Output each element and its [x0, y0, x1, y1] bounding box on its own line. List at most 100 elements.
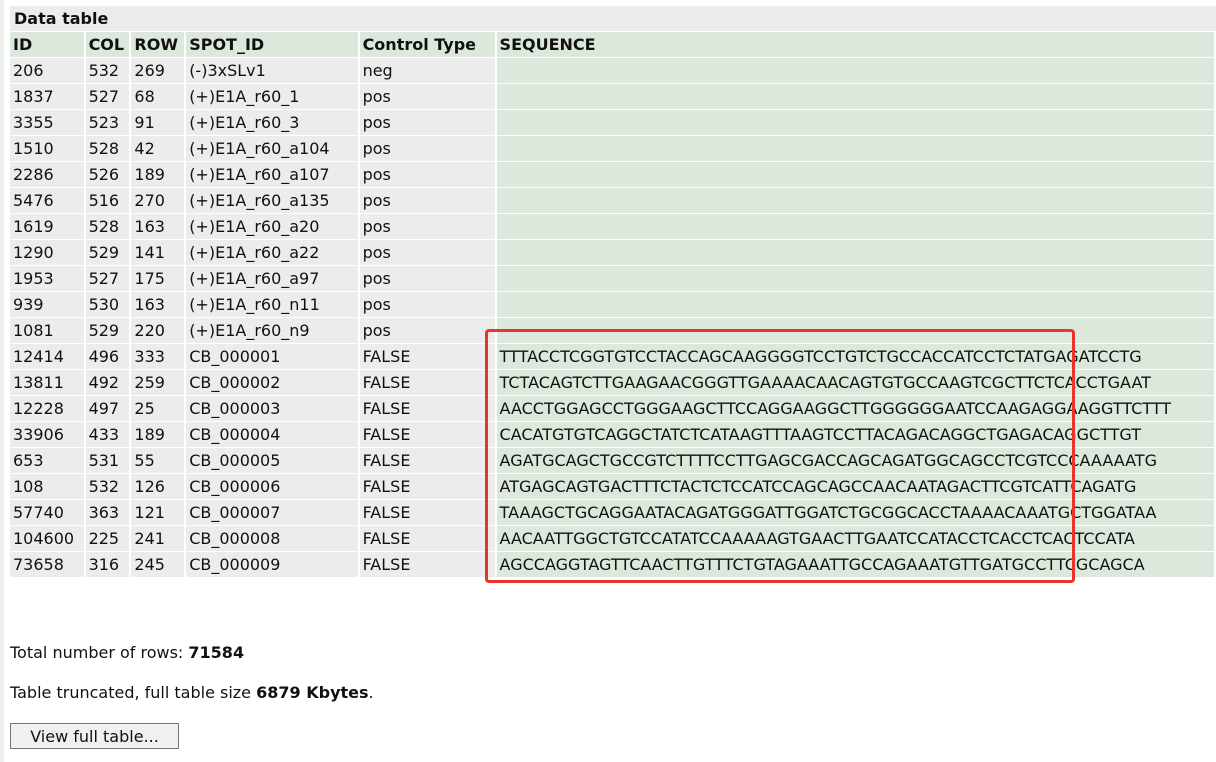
table-row: 1953 527 175 (+)E1A_r60_a97 pos	[10, 266, 1214, 291]
cell-row: 68	[131, 84, 185, 109]
cell-col: 529	[85, 240, 130, 265]
cell-control-type: pos	[359, 214, 495, 239]
truncated-suffix: .	[368, 683, 374, 702]
cell-control-type: FALSE	[359, 396, 495, 421]
cell-spot-id: CB_000009	[186, 552, 358, 577]
cell-row: 333	[131, 344, 185, 369]
cell-control-type: pos	[359, 318, 495, 343]
cell-id: 939	[10, 292, 84, 317]
cell-sequence: AACCTGGAGCCTGGGAAGCTTCCAGGAAGGCTTGGGGGGA…	[496, 396, 1214, 421]
table-row: 2286 526 189 (+)E1A_r60_a107 pos	[10, 162, 1214, 187]
cell-col: 516	[85, 188, 130, 213]
cell-spot-id: (+)E1A_r60_3	[186, 110, 358, 135]
total-rows-value: 71584	[188, 643, 245, 662]
cell-spot-id: (+)E1A_r60_a104	[186, 136, 358, 161]
cell-control-type: pos	[359, 292, 495, 317]
cell-col: 492	[85, 370, 130, 395]
cell-spot-id: (+)E1A_r60_n11	[186, 292, 358, 317]
cell-spot-id: CB_000005	[186, 448, 358, 473]
cell-row: 91	[131, 110, 185, 135]
header-sequence: SEQUENCE	[496, 32, 1214, 57]
cell-control-type: FALSE	[359, 370, 495, 395]
header-id: ID	[10, 32, 84, 57]
cell-sequence: TAAAGCTGCAGGAATACAGATGGGATTGGATCTGCGGCAC…	[496, 500, 1214, 525]
cell-row: 175	[131, 266, 185, 291]
cell-row: 269	[131, 58, 185, 83]
cell-id: 1837	[10, 84, 84, 109]
cell-col: 497	[85, 396, 130, 421]
cell-sequence	[496, 162, 1214, 187]
cell-control-type: neg	[359, 58, 495, 83]
cell-col: 528	[85, 214, 130, 239]
cell-row: 42	[131, 136, 185, 161]
table-body: 206 532 269 (-)3xSLv1 neg 1837 527 68 (+)E1A_r60…	[10, 58, 1214, 577]
cell-row: 55	[131, 448, 185, 473]
cell-spot-id: CB_000003	[186, 396, 358, 421]
cell-col: 225	[85, 526, 130, 551]
cell-control-type: pos	[359, 84, 495, 109]
cell-id: 1290	[10, 240, 84, 265]
table-row: 73658 316 245 CB_000009 FALSE AGCCAGGTAGTTCAA…	[10, 552, 1214, 577]
cell-sequence: AGATGCAGCTGCCGTCTTTTCCTTGAGCGACCAGCAGATG…	[496, 448, 1214, 473]
cell-row: 259	[131, 370, 185, 395]
cell-spot-id: CB_000004	[186, 422, 358, 447]
cell-sequence: AGCCAGGTAGTTCAACTTGTTTCTGTAGAAATTGCCAGAA…	[496, 552, 1214, 577]
cell-spot-id: CB_000008	[186, 526, 358, 551]
table-caption: Data table	[10, 6, 1216, 31]
header-row: ROW	[131, 32, 185, 57]
cell-id: 3355	[10, 110, 84, 135]
cell-spot-id: (-)3xSLv1	[186, 58, 358, 83]
table-row: 1290 529 141 (+)E1A_r60_a22 pos	[10, 240, 1214, 265]
cell-control-type: FALSE	[359, 474, 495, 499]
header-col: COL	[85, 32, 130, 57]
cell-sequence	[496, 188, 1214, 213]
cell-row: 189	[131, 162, 185, 187]
view-full-table-button[interactable]: View full table...	[10, 723, 179, 749]
cell-control-type: FALSE	[359, 344, 495, 369]
cell-control-type: pos	[359, 110, 495, 135]
cell-control-type: pos	[359, 240, 495, 265]
cell-row: 121	[131, 500, 185, 525]
cell-spot-id: CB_000001	[186, 344, 358, 369]
cell-spot-id: CB_000002	[186, 370, 358, 395]
cell-sequence: AACAATTGGCTGTCCATATCCAAAAAGTGAACTTGAATCC…	[496, 526, 1214, 551]
table-row: 13811 492 259 CB_000002 FALSE TCTACAGTCTTGAAG…	[10, 370, 1214, 395]
table-row: 939 530 163 (+)E1A_r60_n11 pos	[10, 292, 1214, 317]
header-control-type: Control Type	[359, 32, 495, 57]
cell-control-type: pos	[359, 162, 495, 187]
table-truncated-line: Table truncated, full table size 6879 Kb…	[10, 683, 374, 702]
cell-id: 13811	[10, 370, 84, 395]
cell-spot-id: (+)E1A_r60_a135	[186, 188, 358, 213]
table-row: 57740 363 121 CB_000007 FALSE TAAAGCTGCAGGAAT…	[10, 500, 1214, 525]
cell-col: 433	[85, 422, 130, 447]
cell-spot-id: (+)E1A_r60_a97	[186, 266, 358, 291]
cell-sequence	[496, 58, 1214, 83]
cell-sequence: CACATGTGTCAGGCTATCTCATAAGTTTAAGTCCTTACAG…	[496, 422, 1214, 447]
table-row: 12228 497 25 CB_000003 FALSE AACCTGGAGCCTGGGA…	[10, 396, 1214, 421]
cell-col: 527	[85, 84, 130, 109]
cell-sequence	[496, 110, 1214, 135]
table-row: 5476 516 270 (+)E1A_r60_a135 pos	[10, 188, 1214, 213]
cell-sequence: ATGAGCAGTGACTTTCTACTCTCCATCCAGCAGCCAACAA…	[496, 474, 1214, 499]
cell-id: 1510	[10, 136, 84, 161]
page: Data table ID COL ROW SPOT_ID Control Ty…	[0, 0, 1216, 762]
cell-spot-id: (+)E1A_r60_a22	[186, 240, 358, 265]
cell-id: 1953	[10, 266, 84, 291]
table-row: 104600 225 241 CB_000008 FALSE AACAATTGGCTGTC…	[10, 526, 1214, 551]
cell-id: 104600	[10, 526, 84, 551]
cell-sequence	[496, 136, 1214, 161]
left-margin-strip	[0, 0, 4, 762]
table-row: 1081 529 220 (+)E1A_r60_n9 pos	[10, 318, 1214, 343]
cell-col: 529	[85, 318, 130, 343]
cell-control-type: pos	[359, 188, 495, 213]
cell-id: 33906	[10, 422, 84, 447]
cell-control-type: FALSE	[359, 422, 495, 447]
cell-sequence	[496, 266, 1214, 291]
table-row: 206 532 269 (-)3xSLv1 neg	[10, 58, 1214, 83]
cell-sequence	[496, 214, 1214, 239]
table-header-row: ID COL ROW SPOT_ID Control Type SEQUENCE	[10, 32, 1214, 57]
cell-col: 532	[85, 58, 130, 83]
cell-row: 189	[131, 422, 185, 447]
cell-id: 12414	[10, 344, 84, 369]
cell-row: 126	[131, 474, 185, 499]
